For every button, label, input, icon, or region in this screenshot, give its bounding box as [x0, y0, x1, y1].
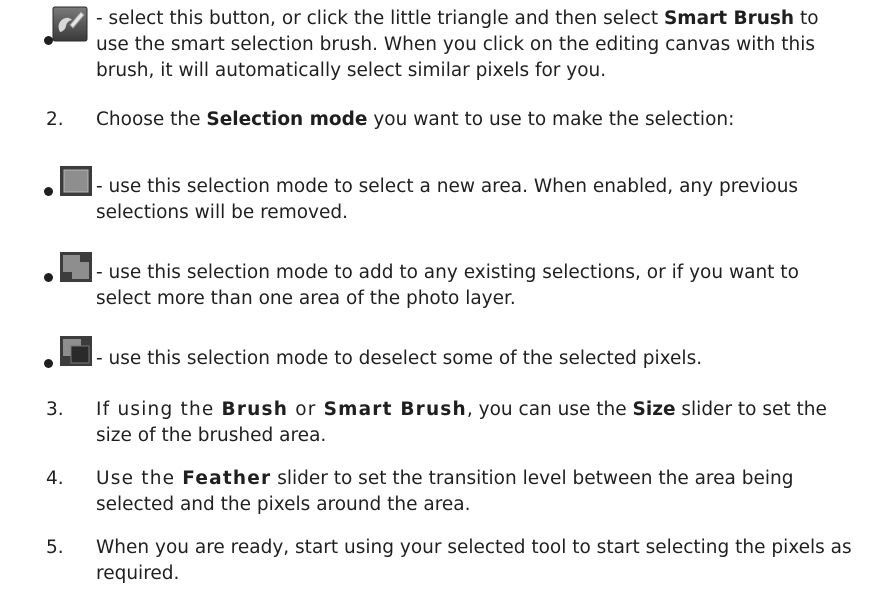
step-3-text-b: or	[288, 399, 324, 420]
bullet-new-text: - use this selection mode to select a ne…	[96, 176, 799, 223]
bullet-subtract-text: - use this selection mode to deselect so…	[96, 348, 703, 369]
bullet-smart-brush-bold: Smart Brush	[663, 8, 795, 29]
new-selection-icon	[60, 166, 92, 204]
step-3-bold-c: Size	[632, 399, 676, 420]
bullet-dot	[44, 359, 53, 368]
step-2-text-after: you want to use to make the selection:	[367, 109, 735, 130]
step-3-bold-b: Smart Brush	[323, 399, 467, 420]
help-page: - select this button, or click the littl…	[0, 0, 879, 611]
bullet-subtract-selection: - use this selection mode to deselect so…	[44, 336, 856, 372]
step-3-text-a: If using the	[96, 399, 222, 420]
bullet-add-text: - use this selection mode to add to any …	[96, 262, 799, 309]
bullet-dot	[44, 273, 53, 282]
step-number: 4.	[46, 468, 64, 489]
step-4-bold-a: Feather	[182, 468, 272, 489]
bullet-smart-brush: - select this button, or click the littl…	[44, 6, 856, 84]
bullet-dot	[44, 187, 53, 196]
step-5-text: When you are ready, start using your sel…	[96, 537, 852, 584]
subtract-selection-icon	[60, 336, 92, 374]
step-number: 2.	[46, 109, 64, 130]
bullet-smart-brush-text-before: - select this button, or click the littl…	[96, 8, 664, 29]
bullet-new-selection: - use this selection mode to select a ne…	[44, 166, 856, 226]
step-3-bold-a: Brush	[221, 399, 289, 420]
add-selection-icon	[60, 252, 92, 290]
step-number: 5.	[46, 537, 64, 558]
step-3-text-c: , you can use the	[466, 399, 633, 420]
step-number: 3.	[46, 399, 64, 420]
step-4-text-a: Use the	[96, 468, 183, 489]
bullet-add-selection: - use this selection mode to add to any …	[44, 252, 856, 312]
step-2-bold: Selection mode	[206, 109, 368, 130]
step-2-text-before: Choose the	[96, 109, 207, 130]
smart-brush-icon	[52, 6, 88, 50]
